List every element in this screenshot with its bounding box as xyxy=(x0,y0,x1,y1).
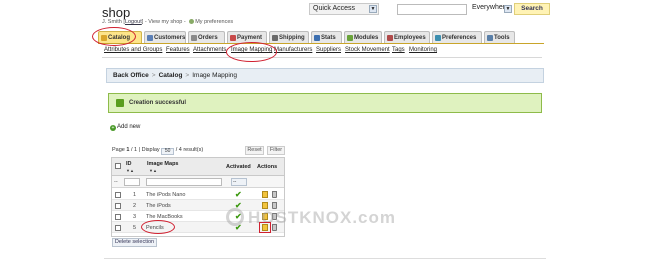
breadcrumb-section[interactable]: Catalog xyxy=(159,72,183,79)
hostknox-logo-icon xyxy=(226,208,244,226)
tab-label: Shipping xyxy=(279,35,305,41)
row-id: 2 xyxy=(133,203,137,209)
select-all-checkbox[interactable] xyxy=(115,163,121,169)
row-id: 5 xyxy=(133,225,137,231)
orders-icon xyxy=(191,35,197,41)
highlight-catalog-tab xyxy=(92,27,136,46)
subtabs: Attributes and Groups Features Attachmen… xyxy=(102,47,542,56)
success-text: Creation successful xyxy=(129,100,187,106)
subtab-manufacturers[interactable]: Manufacturers xyxy=(274,47,312,53)
row-checkbox[interactable] xyxy=(115,203,121,209)
row-checkbox[interactable] xyxy=(115,225,121,231)
breadcrumb: Back Office > Catalog > Image Mapping xyxy=(106,68,544,83)
pager-display-label: | Display xyxy=(138,147,160,153)
subtab-suppliers[interactable]: Suppliers xyxy=(316,47,341,53)
preferences-icon xyxy=(435,35,441,41)
tab-label: Preferences xyxy=(442,35,477,41)
active-filter-select[interactable]: -- xyxy=(231,178,247,186)
active-filter-value: -- xyxy=(233,179,237,185)
shipping-icon xyxy=(272,35,278,41)
plus-icon: + xyxy=(110,125,116,131)
subtab-stock-movement[interactable]: Stock Movement xyxy=(345,47,390,53)
chevron-down-icon: ▼ xyxy=(504,5,512,13)
column-actions: Actions xyxy=(257,164,278,170)
subtab-tags[interactable]: Tags xyxy=(392,47,405,53)
payment-icon xyxy=(230,35,236,41)
check-icon xyxy=(116,99,124,107)
delete-selection-button[interactable]: Delete selection xyxy=(112,238,157,247)
row-name[interactable]: The MacBooks xyxy=(146,214,183,220)
sort-arrows-icon[interactable]: ▼▲ xyxy=(149,168,157,173)
stats-icon xyxy=(314,35,320,41)
quick-access-label: Quick Access xyxy=(313,5,356,12)
tab-label: Orders xyxy=(198,35,218,41)
modules-icon xyxy=(347,35,353,41)
user-name: J. Smith xyxy=(102,19,122,25)
filter-button[interactable]: Filter xyxy=(267,146,285,155)
column-id[interactable]: ID xyxy=(126,161,132,167)
subtab-attachments[interactable]: Attachments xyxy=(193,47,226,53)
chevron-down-icon: ▼ xyxy=(369,5,377,13)
pager-current: 1 xyxy=(126,147,130,153)
reset-button[interactable]: Reset xyxy=(245,146,264,155)
pager-total: / 1 xyxy=(130,147,138,153)
subtabs-divider xyxy=(102,57,542,58)
table-row xyxy=(112,189,284,200)
id-filter-input[interactable] xyxy=(124,178,140,186)
pager: Page 1 / 1 | Display 50 / 4 result(s) xyxy=(112,147,203,155)
name-filter-input[interactable] xyxy=(146,178,222,186)
tab-label: Modules xyxy=(354,35,379,41)
column-image-maps[interactable]: Image Maps xyxy=(147,161,178,167)
highlight-image-mapping-subtab xyxy=(226,42,277,62)
subtab-features[interactable]: Features xyxy=(166,47,190,53)
row-checkbox[interactable] xyxy=(115,192,121,198)
search-scope-select[interactable]: Everywhere ▼ xyxy=(470,3,512,15)
view-shop-link[interactable]: View my shop xyxy=(148,19,182,25)
add-new-label: Add new xyxy=(117,124,141,130)
preferences-link[interactable]: My preferences xyxy=(195,19,233,25)
highlight-pencils-row xyxy=(141,220,175,234)
tools-icon xyxy=(487,35,493,41)
subtab-attributes[interactable]: Attributes and Groups xyxy=(104,47,162,53)
breadcrumb-root[interactable]: Back Office xyxy=(113,72,149,79)
row-id: 1 xyxy=(133,192,137,198)
column-activated: Activated xyxy=(226,164,251,170)
breadcrumb-separator: > xyxy=(185,72,190,79)
highlight-edit-icon xyxy=(259,222,271,233)
breadcrumb-page: Image Mapping xyxy=(192,72,238,79)
subtab-monitoring[interactable]: Monitoring xyxy=(409,47,437,53)
add-new-link[interactable]: + Add new xyxy=(110,124,140,131)
id-filter-placeholder: -- xyxy=(114,179,118,185)
row-name[interactable]: The iPods Nano xyxy=(146,192,185,198)
breadcrumb-separator: > xyxy=(151,72,156,79)
per-page-value: 50 xyxy=(164,148,171,154)
enabled-check-icon[interactable]: ✔ xyxy=(235,191,242,199)
tab-label: Employees xyxy=(394,35,426,41)
tabs-divider xyxy=(98,43,544,44)
delete-icon[interactable] xyxy=(272,191,277,198)
sort-arrows-icon[interactable]: ▼▲ xyxy=(126,168,134,173)
tab-label: Customers xyxy=(154,35,186,41)
success-message: Creation successful xyxy=(108,93,542,113)
tab-label: Tools xyxy=(494,35,510,41)
quick-access-select[interactable]: Quick Access ▼ xyxy=(309,3,379,15)
row-id: 3 xyxy=(133,214,137,220)
preferences-icon xyxy=(189,19,195,24)
pager-prefix: Page xyxy=(112,147,125,153)
logout-link[interactable]: Logout xyxy=(125,19,142,25)
user-line: J. Smith [Logout] - View my shop - My pr… xyxy=(102,19,234,25)
search-input[interactable] xyxy=(397,4,467,15)
per-page-select[interactable]: 50 xyxy=(161,148,175,155)
tab-label: Payment xyxy=(237,35,263,41)
pager-results: / 4 result(s) xyxy=(175,147,204,153)
shop-title: shop xyxy=(102,5,131,20)
employees-icon xyxy=(387,35,393,41)
row-checkbox[interactable] xyxy=(115,214,121,220)
search-button[interactable]: Search xyxy=(514,3,550,15)
footer-divider xyxy=(104,258,546,263)
row-name[interactable]: The iPods xyxy=(146,203,171,209)
customers-icon xyxy=(147,35,153,41)
edit-icon[interactable] xyxy=(262,191,268,198)
tab-label: Stats xyxy=(321,35,336,41)
